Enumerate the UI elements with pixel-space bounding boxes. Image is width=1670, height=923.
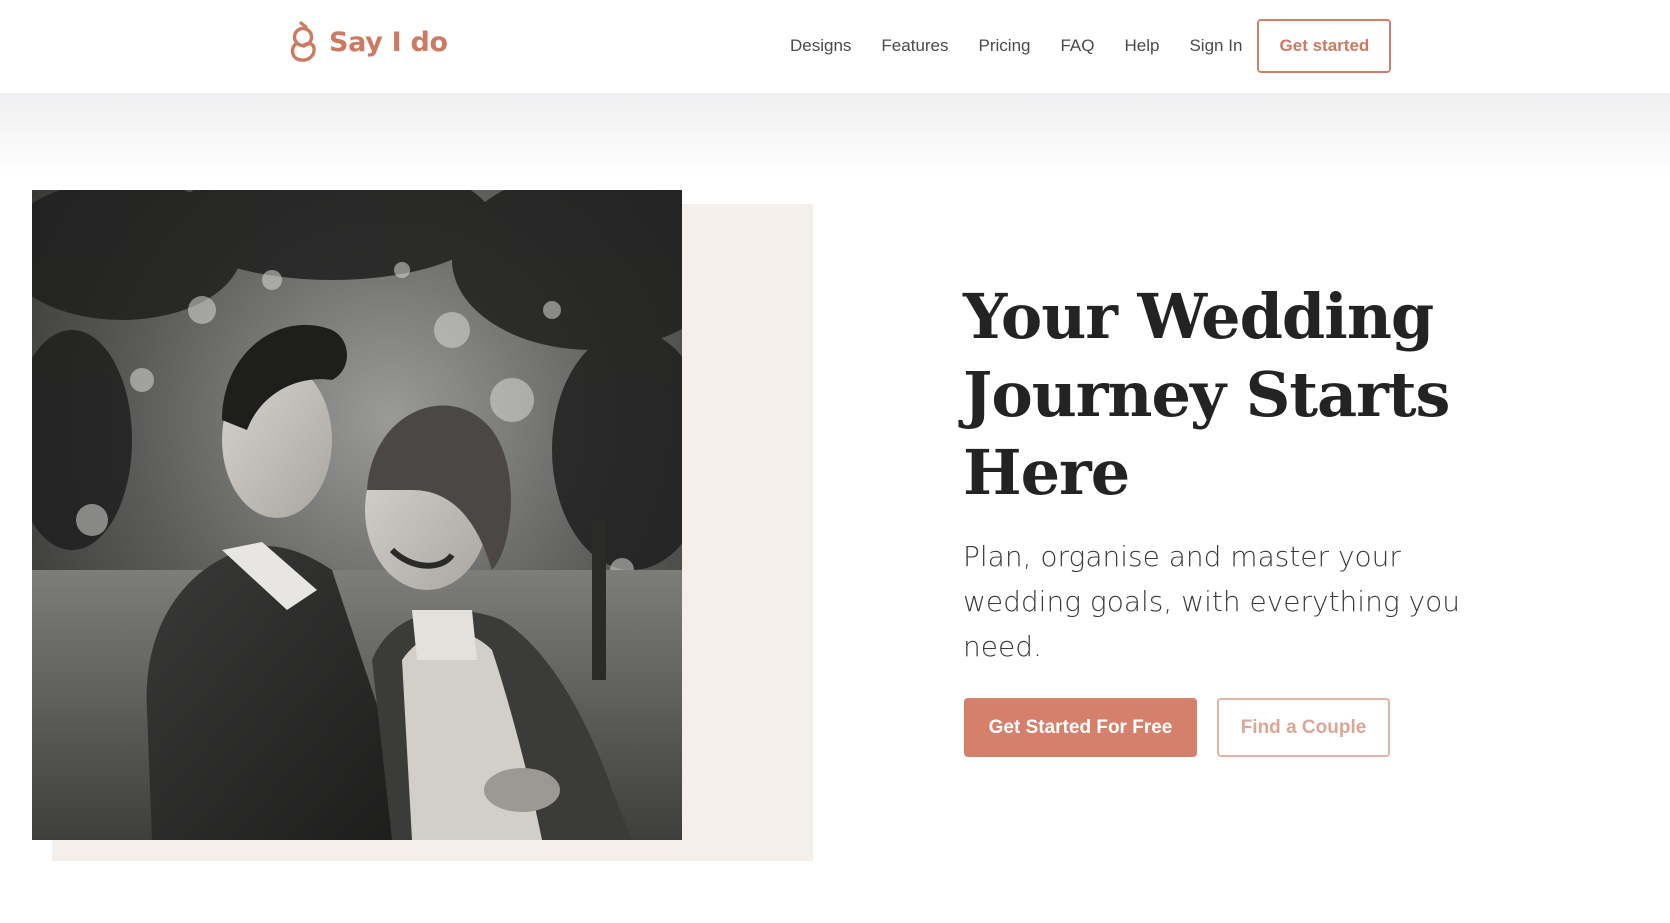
main-nav: Designs Features Pricing FAQ Help Sign I… — [790, 19, 1392, 73]
hero-title: Your Wedding Journey Starts Here — [963, 280, 1450, 509]
nav-features[interactable]: Features — [881, 36, 948, 56]
hero-cta-row: Get Started For Free Find a Couple — [964, 698, 1390, 757]
nav-sign-in[interactable]: Sign In — [1189, 36, 1242, 56]
find-a-couple-button[interactable]: Find a Couple — [1217, 698, 1390, 757]
header-shadow — [0, 93, 1670, 173]
brand-logo[interactable]: Say I do — [287, 18, 448, 66]
hero-couple-photo — [32, 190, 682, 840]
nav-pricing[interactable]: Pricing — [979, 36, 1031, 56]
get-started-free-button[interactable]: Get Started For Free — [964, 698, 1197, 757]
brand-name: Say I do — [329, 26, 448, 58]
nav-help[interactable]: Help — [1125, 36, 1160, 56]
nav-faq[interactable]: FAQ — [1060, 36, 1094, 56]
site-header: Say I do Designs Features Pricing FAQ He… — [0, 0, 1670, 93]
nav-designs[interactable]: Designs — [790, 36, 851, 56]
landing-page: Say I do Designs Features Pricing FAQ He… — [0, 0, 1670, 923]
couple-photo-image — [32, 190, 682, 840]
hero-subtitle: Plan, organise and master your wedding g… — [963, 540, 1460, 663]
get-started-button[interactable]: Get started — [1257, 19, 1392, 73]
interlinked-rings-icon — [290, 21, 316, 62]
